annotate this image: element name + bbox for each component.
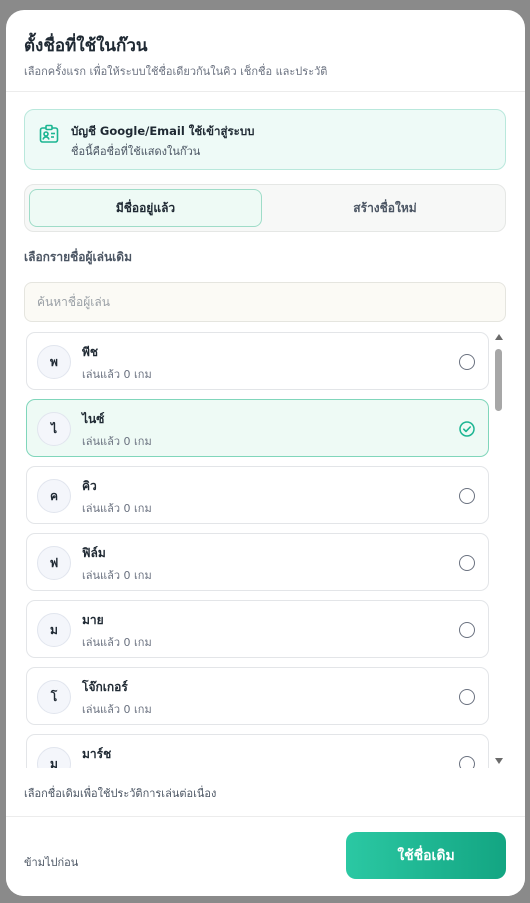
skip-link[interactable]: ข้ามไปก่อน xyxy=(24,853,78,871)
modal-header: ตั้งชื่อที่ใช้ในก๊วน เลือกครั้งแรก เพื่อ… xyxy=(6,10,525,92)
player-list: พ พีช เล่นแล้ว 0 เกม ไ ไนซ์ เล่นแล้ว 0 เ… xyxy=(24,332,491,768)
avatar: พ xyxy=(37,345,71,379)
radio-unchecked-icon[interactable] xyxy=(459,689,475,705)
player-name: ไนซ์ xyxy=(82,412,105,426)
player-name: พีช xyxy=(82,345,99,359)
name-setup-modal: ตั้งชื่อที่ใช้ในก๊วน เลือกครั้งแรก เพื่อ… xyxy=(6,10,525,896)
radio-unchecked-icon[interactable] xyxy=(459,622,475,638)
player-name: โจ๊กเกอร์ xyxy=(82,680,128,694)
player-item-film[interactable]: ฟ ฟิล์ม เล่นแล้ว 0 เกม xyxy=(26,533,489,591)
scroll-down-arrow-icon[interactable] xyxy=(495,758,503,764)
player-stats: เล่นแล้ว 0 เกม xyxy=(82,502,152,515)
radio-unchecked-icon[interactable] xyxy=(459,354,475,370)
avatar: โ xyxy=(37,680,71,714)
selection-hint: เลือกชื่อเดิมเพื่อใช้ประวัติการเล่นต่อเน… xyxy=(24,787,217,800)
tab-new-name[interactable]: สร้างชื่อใหม่ xyxy=(269,189,501,227)
player-stats: เล่นแล้ว 0 เกม xyxy=(82,703,152,716)
radio-unchecked-icon[interactable] xyxy=(459,555,475,571)
player-item-march[interactable]: ม มาร์ช xyxy=(26,734,489,768)
list-scrollbar[interactable] xyxy=(493,332,505,768)
avatar: ไ xyxy=(37,412,71,446)
player-stats: เล่นแล้ว 0 เกม xyxy=(82,368,152,381)
avatar: ม xyxy=(37,613,71,647)
player-name: มาร์ช xyxy=(82,747,112,761)
player-stats: เล่นแล้ว 0 เกม xyxy=(82,636,152,649)
avatar: ค xyxy=(37,479,71,513)
use-existing-name-button[interactable]: ใช้ชื่อเดิม xyxy=(346,832,506,879)
avatar: ฟ xyxy=(37,546,71,580)
player-item-mai[interactable]: ม มาย เล่นแล้ว 0 เกม xyxy=(26,600,489,658)
check-circle-icon[interactable] xyxy=(459,421,475,437)
account-info-box: บัญชี Google/Email ใช้เข้าสู่ระบบ ชื่อนี… xyxy=(24,109,506,170)
player-search-input[interactable] xyxy=(24,282,506,322)
radio-unchecked-icon[interactable] xyxy=(459,756,475,768)
section-label: เลือกรายชื่อผู้เล่นเดิม xyxy=(24,250,132,264)
player-item-nice[interactable]: ไ ไนซ์ เล่นแล้ว 0 เกม xyxy=(26,399,489,457)
player-name: มาย xyxy=(82,613,104,627)
radio-unchecked-icon[interactable] xyxy=(459,488,475,504)
scroll-up-arrow-icon[interactable] xyxy=(495,334,503,340)
scroll-thumb[interactable] xyxy=(495,349,502,411)
player-item-q[interactable]: ค คิว เล่นแล้ว 0 เกม xyxy=(26,466,489,524)
modal-footer: ข้ามไปก่อน ใช้ชื่อเดิม xyxy=(6,816,525,896)
avatar: ม xyxy=(37,747,71,768)
player-name: ฟิล์ม xyxy=(82,546,106,560)
modal-subtitle: เลือกครั้งแรก เพื่อให้ระบบใช้ชื่อเดียวกั… xyxy=(24,65,328,78)
name-mode-tabs: มีชื่ออยู่แล้ว สร้างชื่อใหม่ xyxy=(24,184,506,232)
tab-existing-name[interactable]: มีชื่ออยู่แล้ว xyxy=(29,189,262,227)
player-stats: เล่นแล้ว 0 เกม xyxy=(82,435,152,448)
player-stats: เล่นแล้ว 0 เกม xyxy=(82,569,152,582)
info-subtitle: ชื่อนี้คือชื่อที่ใช้แสดงในก๊วน xyxy=(71,145,201,158)
player-item-joker[interactable]: โ โจ๊กเกอร์ เล่นแล้ว 0 เกม xyxy=(26,667,489,725)
player-item-peach[interactable]: พ พีช เล่นแล้ว 0 เกม xyxy=(26,332,489,390)
info-title: บัญชี Google/Email ใช้เข้าสู่ระบบ xyxy=(71,124,255,138)
player-name: คิว xyxy=(82,479,97,493)
id-card-icon xyxy=(39,124,59,143)
modal-title: ตั้งชื่อที่ใช้ในก๊วน xyxy=(24,36,148,56)
